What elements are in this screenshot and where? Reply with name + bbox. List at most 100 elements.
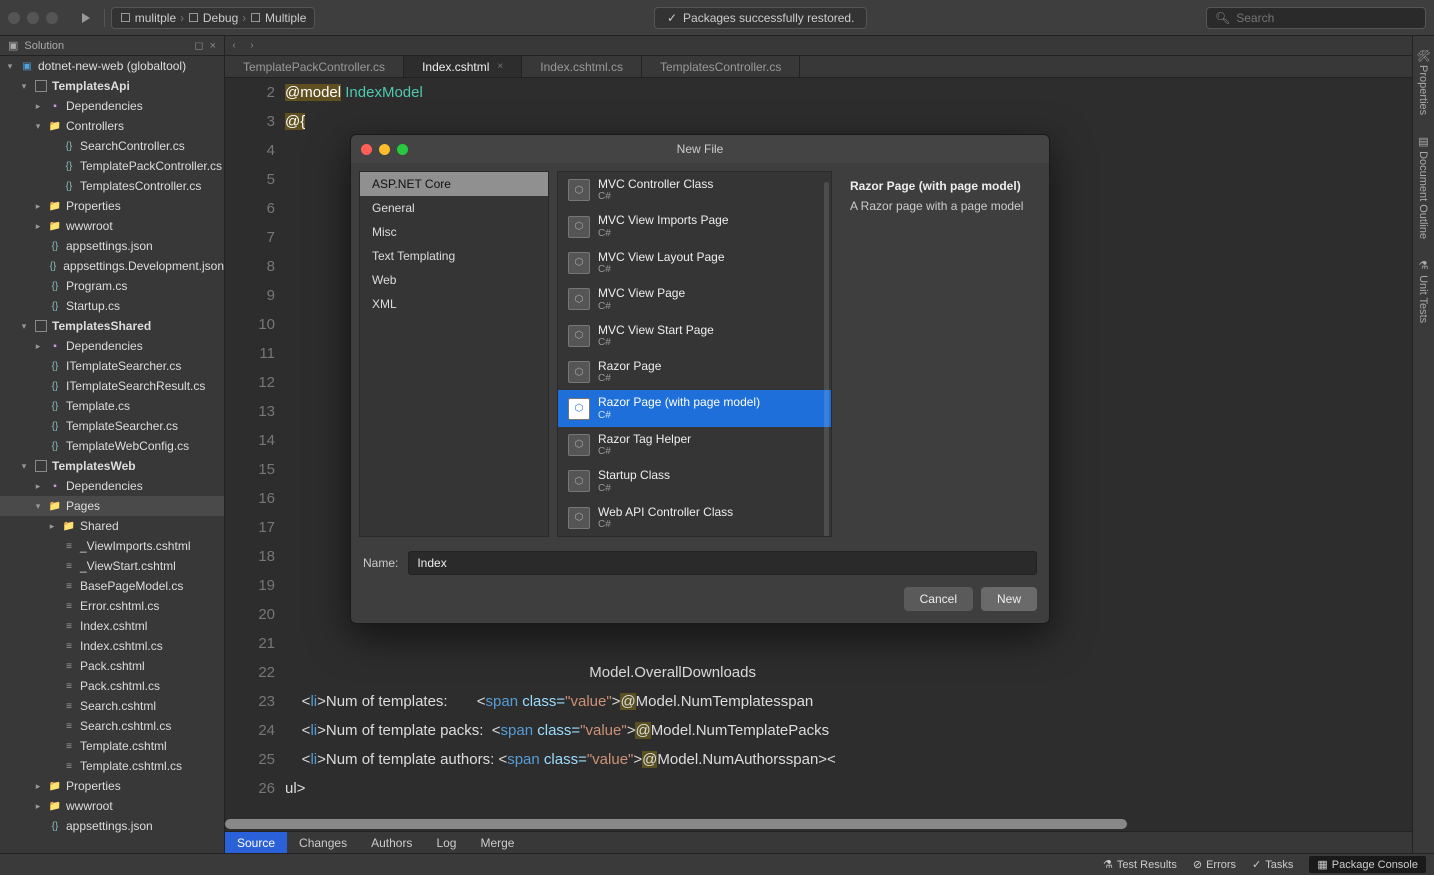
tree-item[interactable]: ≡Template.cshtml.cs <box>0 756 224 776</box>
package-console[interactable]: ▦Package Console <box>1309 856 1426 873</box>
tree-item[interactable]: {}Program.cs <box>0 276 224 296</box>
tree-item[interactable]: ≡BasePageModel.cs <box>0 576 224 596</box>
tree-item[interactable]: ▸📁Shared <box>0 516 224 536</box>
tree-item[interactable]: ≡Index.cshtml.cs <box>0 636 224 656</box>
authors-tab[interactable]: Authors <box>359 832 424 853</box>
test-results[interactable]: ⚗Test Results <box>1103 858 1177 871</box>
tree-item[interactable]: {}appsettings.json <box>0 816 224 836</box>
template-item[interactable]: ⬡Razor PageC# <box>558 354 831 390</box>
tree-item[interactable]: {}Startup.cs <box>0 296 224 316</box>
close-icon[interactable] <box>8 12 20 24</box>
file-icon: ≡ <box>62 639 76 653</box>
detail-title: Razor Page (with page model) <box>850 179 1031 193</box>
log-tab[interactable]: Log <box>424 832 468 853</box>
tree-item[interactable]: {}ITemplateSearchResult.cs <box>0 376 224 396</box>
template-list[interactable]: ⬡MVC Controller ClassC#⬡MVC View Imports… <box>557 171 832 537</box>
tree-item[interactable]: ▾TemplatesWeb <box>0 456 224 476</box>
tree-item[interactable]: ▾📁Pages <box>0 496 224 516</box>
unit-tests-pad[interactable]: ⚗ Unit Tests <box>1417 255 1430 327</box>
category-item[interactable]: Text Templating <box>360 244 548 268</box>
tree-item[interactable]: ▸📁Properties <box>0 196 224 216</box>
tree-item[interactable]: ▾📁Controllers <box>0 116 224 136</box>
tab-templates[interactable]: TemplatesController.cs <box>642 56 800 77</box>
tree-label: TemplateSearcher.cs <box>66 419 178 433</box>
tree-item[interactable]: ≡Template.cshtml <box>0 736 224 756</box>
tab-close-icon[interactable]: × <box>497 61 503 72</box>
run-config-selector[interactable]: ☐ mulitple › ☐ Debug › ☐ Multiple <box>111 7 315 29</box>
tree-item[interactable]: ▸📁wwwroot <box>0 216 224 236</box>
tree-item[interactable]: ▾TemplatesShared <box>0 316 224 336</box>
solution-tree[interactable]: ▾▣dotnet-new-web (globaltool)▾TemplatesA… <box>0 56 224 853</box>
tree-item[interactable]: {}ITemplateSearcher.cs <box>0 356 224 376</box>
tree-item[interactable]: ≡_ViewImports.cshtml <box>0 536 224 556</box>
template-item[interactable]: ⬡Razor Tag HelperC# <box>558 427 831 463</box>
merge-tab[interactable]: Merge <box>468 832 526 853</box>
tree-item[interactable]: ▾TemplatesApi <box>0 76 224 96</box>
run-button[interactable] <box>74 6 98 30</box>
file-icon: ▪ <box>48 339 62 353</box>
scrollbar[interactable] <box>824 182 829 537</box>
tab-index-cs[interactable]: Index.cshtml.cs <box>522 56 642 77</box>
tree-item[interactable]: ≡Search.cshtml.cs <box>0 716 224 736</box>
pin-icon[interactable]: ◻ <box>194 39 203 52</box>
category-item[interactable]: General <box>360 196 548 220</box>
tree-item[interactable]: {}appsettings.json <box>0 236 224 256</box>
new-button[interactable]: New <box>981 587 1037 611</box>
tree-item[interactable]: {}TemplatesController.cs <box>0 176 224 196</box>
tree-item[interactable]: ≡Pack.cshtml.cs <box>0 676 224 696</box>
dialog-close-icon[interactable] <box>361 144 372 155</box>
properties-pad[interactable]: 🛠 Properties <box>1417 44 1430 119</box>
tree-item[interactable]: ▸📁Properties <box>0 776 224 796</box>
category-item[interactable]: Web <box>360 268 548 292</box>
global-search[interactable]: 🔍︎ <box>1206 7 1426 29</box>
tree-item[interactable]: ▸📁wwwroot <box>0 796 224 816</box>
template-item[interactable]: ⬡MVC Controller ClassC# <box>558 172 831 208</box>
template-item[interactable]: ⬡Razor Page (with page model)C# <box>558 390 831 426</box>
tree-item[interactable]: ≡_ViewStart.cshtml <box>0 556 224 576</box>
category-item[interactable]: ASP.NET Core <box>360 172 548 196</box>
template-item[interactable]: ⬡MVC View PageC# <box>558 281 831 317</box>
template-item[interactable]: ⬡Startup ClassC# <box>558 463 831 499</box>
tab-templatepack[interactable]: TemplatePackController.cs <box>225 56 404 77</box>
tree-item[interactable]: ▾▣dotnet-new-web (globaltool) <box>0 56 224 76</box>
tree-item[interactable]: ≡Index.cshtml <box>0 616 224 636</box>
tree-item[interactable]: {}TemplatePackController.cs <box>0 156 224 176</box>
tree-item[interactable]: ≡Pack.cshtml <box>0 656 224 676</box>
horizontal-scrollbar[interactable] <box>225 817 1412 831</box>
tree-item[interactable]: ≡Search.cshtml <box>0 696 224 716</box>
template-item[interactable]: ⬡MVC View Start PageC# <box>558 318 831 354</box>
search-input[interactable] <box>1236 11 1417 25</box>
changes-tab[interactable]: Changes <box>287 832 359 853</box>
tree-item[interactable]: ▸▪Dependencies <box>0 336 224 356</box>
tree-item[interactable]: ▸▪Dependencies <box>0 476 224 496</box>
right-rail: 🛠 Properties ▤ Document Outline ⚗ Unit T… <box>1412 36 1434 853</box>
template-item[interactable]: ⬡MVC View Layout PageC# <box>558 245 831 281</box>
source-tab[interactable]: Source <box>225 832 287 853</box>
tree-item[interactable]: {}appsettings.Development.json <box>0 256 224 276</box>
nav-back-icon[interactable]: ‹ <box>225 40 243 51</box>
nav-fwd-icon[interactable]: › <box>243 40 261 51</box>
tree-item[interactable]: ≡Error.cshtml.cs <box>0 596 224 616</box>
category-item[interactable]: Misc <box>360 220 548 244</box>
category-list[interactable]: ASP.NET CoreGeneralMiscText TemplatingWe… <box>359 171 549 537</box>
outline-pad[interactable]: ▤ Document Outline <box>1417 131 1430 243</box>
cancel-button[interactable]: Cancel <box>904 587 973 611</box>
tree-item[interactable]: {}TemplateWebConfig.cs <box>0 436 224 456</box>
dialog-minimize-icon[interactable] <box>379 144 390 155</box>
category-item[interactable]: XML <box>360 292 548 316</box>
tasks[interactable]: ✓Tasks <box>1252 858 1293 871</box>
zoom-icon[interactable] <box>46 12 58 24</box>
template-item[interactable]: ⬡MVC View Imports PageC# <box>558 208 831 244</box>
name-input[interactable] <box>408 551 1037 575</box>
errors[interactable]: ⊘Errors <box>1193 858 1236 871</box>
minimize-icon[interactable] <box>27 12 39 24</box>
close-panel-icon[interactable]: × <box>210 40 216 52</box>
tree-item[interactable]: {}SearchController.cs <box>0 136 224 156</box>
file-icon: 📁 <box>48 779 62 793</box>
tree-item[interactable]: {}TemplateSearcher.cs <box>0 416 224 436</box>
template-item[interactable]: ⬡Web API Controller ClassC# <box>558 500 831 536</box>
tree-item[interactable]: ▸▪Dependencies <box>0 96 224 116</box>
tree-item[interactable]: {}Template.cs <box>0 396 224 416</box>
tab-index[interactable]: Index.cshtml× <box>404 56 522 77</box>
dialog-zoom-icon[interactable] <box>397 144 408 155</box>
